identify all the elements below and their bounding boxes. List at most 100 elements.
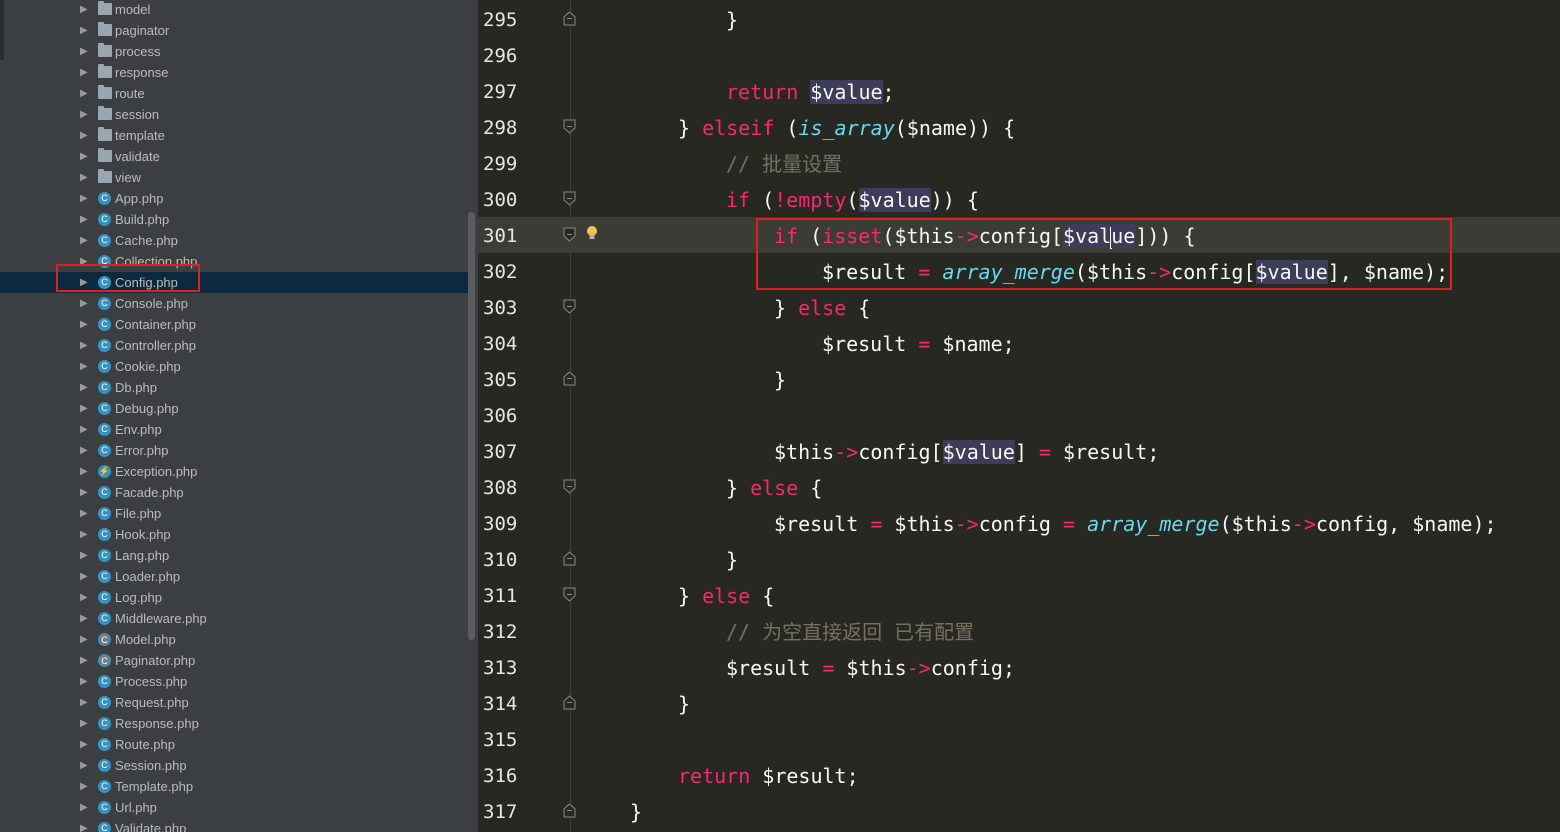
fold-marker-icon[interactable]	[563, 695, 576, 710]
intention-bulb-icon[interactable]	[586, 225, 598, 243]
expand-arrow-icon[interactable]: ▶	[80, 650, 90, 671]
code-line[interactable]: 311} else {	[478, 577, 1560, 613]
tree-item[interactable]: ▶ C Request.php	[0, 692, 472, 713]
tree-item[interactable]: ▶ route	[0, 83, 472, 104]
code-line[interactable]: 312 // 为空直接返回 已有配置	[478, 613, 1560, 649]
tree-item[interactable]: ▶ C Db.php	[0, 377, 472, 398]
fold-marker-icon[interactable]	[563, 479, 576, 494]
code-line[interactable]: 306	[478, 397, 1560, 433]
expand-arrow-icon[interactable]: ▶	[80, 62, 90, 83]
tree-item[interactable]: ▶ C Error.php	[0, 440, 472, 461]
code-line[interactable]: 316 return $result;	[478, 757, 1560, 793]
expand-arrow-icon[interactable]: ▶	[80, 20, 90, 41]
fold-marker-icon[interactable]	[563, 803, 576, 818]
expand-arrow-icon[interactable]: ▶	[80, 629, 90, 650]
fold-marker-icon[interactable]	[563, 227, 576, 242]
tree-item[interactable]: ▶ C Hook.php	[0, 524, 472, 545]
expand-arrow-icon[interactable]: ▶	[80, 125, 90, 146]
expand-arrow-icon[interactable]: ▶	[80, 377, 90, 398]
tree-item[interactable]: ▶ view	[0, 167, 472, 188]
code-line[interactable]: 313 $result = $this->config;	[478, 649, 1560, 685]
expand-arrow-icon[interactable]: ▶	[80, 398, 90, 419]
code-line[interactable]: 299 // 批量设置	[478, 145, 1560, 181]
tree-item[interactable]: ▶ model	[0, 0, 472, 20]
tree-item[interactable]: ▶ ⚡ Exception.php	[0, 461, 472, 482]
tree-item[interactable]: ▶ C Lang.php	[0, 545, 472, 566]
tree-item[interactable]: ▶ C Response.php	[0, 713, 472, 734]
tree-item[interactable]: ▶ C Validate.php	[0, 818, 472, 832]
code-editor[interactable]: 295} 296 297 return $value; 298} elseif (is_…	[478, 0, 1560, 832]
fold-marker-icon[interactable]	[563, 119, 576, 134]
code-line[interactable]: 315	[478, 721, 1560, 757]
expand-arrow-icon[interactable]: ▶	[80, 293, 90, 314]
project-tree-scrollbar[interactable]	[468, 212, 475, 640]
expand-arrow-icon[interactable]: ▶	[80, 314, 90, 335]
tree-item[interactable]: ▶ C Console.php	[0, 293, 472, 314]
code-line[interactable]: 307 $this->config[$value] = $result;	[478, 433, 1560, 469]
fold-marker-icon[interactable]	[563, 191, 576, 206]
code-line[interactable]: 309 $result = $this->config = array_merge…	[478, 505, 1560, 541]
expand-arrow-icon[interactable]: ▶	[80, 419, 90, 440]
expand-arrow-icon[interactable]: ▶	[80, 545, 90, 566]
expand-arrow-icon[interactable]: ▶	[80, 146, 90, 167]
tree-item[interactable]: ▶ C Cookie.php	[0, 356, 472, 377]
code-line[interactable]: 296	[478, 37, 1560, 73]
tree-item[interactable]: ▶ C File.php	[0, 503, 472, 524]
expand-arrow-icon[interactable]: ▶	[80, 566, 90, 587]
expand-arrow-icon[interactable]: ▶	[80, 356, 90, 377]
expand-arrow-icon[interactable]: ▶	[80, 83, 90, 104]
tree-item[interactable]: ▶ C Paginator.php	[0, 650, 472, 671]
expand-arrow-icon[interactable]: ▶	[80, 797, 90, 818]
code-line[interactable]: 314}	[478, 685, 1560, 721]
code-line[interactable]: 308} else {	[478, 469, 1560, 505]
fold-marker-icon[interactable]	[563, 299, 576, 314]
tree-item[interactable]: ▶ C Env.php	[0, 419, 472, 440]
tree-item[interactable]: ▶ C Build.php	[0, 209, 472, 230]
tree-item[interactable]: ▶ template	[0, 125, 472, 146]
tree-item[interactable]: ▶ C Session.php	[0, 755, 472, 776]
code-line[interactable]: 297 return $value;	[478, 73, 1560, 109]
expand-arrow-icon[interactable]: ▶	[80, 587, 90, 608]
expand-arrow-icon[interactable]: ▶	[80, 608, 90, 629]
tree-item[interactable]: ▶ C Debug.php	[0, 398, 472, 419]
code-line[interactable]: 310}	[478, 541, 1560, 577]
tree-item[interactable]: ▶ paginator	[0, 20, 472, 41]
tree-item[interactable]: ▶ validate	[0, 146, 472, 167]
expand-arrow-icon[interactable]: ▶	[80, 524, 90, 545]
tree-item[interactable]: ▶ C Container.php	[0, 314, 472, 335]
expand-arrow-icon[interactable]: ▶	[80, 692, 90, 713]
expand-arrow-icon[interactable]: ▶	[80, 713, 90, 734]
tree-item[interactable]: ▶ C Controller.php	[0, 335, 472, 356]
tree-item[interactable]: ▶ C Template.php	[0, 776, 472, 797]
code-line[interactable]: 317}	[478, 793, 1560, 829]
code-line[interactable]: 298} elseif (is_array($name)) {	[478, 109, 1560, 145]
expand-arrow-icon[interactable]: ▶	[80, 818, 90, 832]
tree-item[interactable]: ▶ C Middleware.php	[0, 608, 472, 629]
tree-item[interactable]: ▶ response	[0, 62, 472, 83]
tree-item[interactable]: ▶ C Cache.php	[0, 230, 472, 251]
tree-item[interactable]: ▶ session	[0, 104, 472, 125]
code-line[interactable]: 295}	[478, 1, 1560, 37]
expand-arrow-icon[interactable]: ▶	[80, 671, 90, 692]
fold-marker-icon[interactable]	[563, 11, 576, 26]
fold-marker-icon[interactable]	[563, 371, 576, 386]
expand-arrow-icon[interactable]: ▶	[80, 335, 90, 356]
expand-arrow-icon[interactable]: ▶	[80, 461, 90, 482]
expand-arrow-icon[interactable]: ▶	[80, 755, 90, 776]
tree-item[interactable]: ▶ C App.php	[0, 188, 472, 209]
expand-arrow-icon[interactable]: ▶	[80, 41, 90, 62]
fold-marker-icon[interactable]	[563, 551, 576, 566]
expand-arrow-icon[interactable]: ▶	[80, 440, 90, 461]
code-line[interactable]: 304 $result = $name;	[478, 325, 1560, 361]
code-line[interactable]: 303} else {	[478, 289, 1560, 325]
code-line[interactable]: 300 if (!empty($value)) {	[478, 181, 1560, 217]
code-line[interactable]: 305}	[478, 361, 1560, 397]
tree-item[interactable]: ▶ C Url.php	[0, 797, 472, 818]
expand-arrow-icon[interactable]: ▶	[80, 0, 90, 20]
tree-item[interactable]: ▶ process	[0, 41, 472, 62]
tree-item[interactable]: ▶ C Model.php	[0, 629, 472, 650]
expand-arrow-icon[interactable]: ▶	[80, 776, 90, 797]
expand-arrow-icon[interactable]: ▶	[80, 734, 90, 755]
tree-item[interactable]: ▶ C Process.php	[0, 671, 472, 692]
expand-arrow-icon[interactable]: ▶	[80, 209, 90, 230]
